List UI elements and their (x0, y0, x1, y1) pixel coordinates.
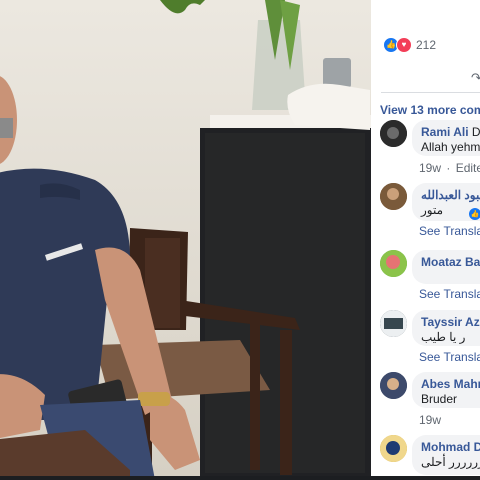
comment-bubble: Tayssir Azza ر يا طيب (412, 310, 480, 346)
avatar-image (380, 435, 407, 462)
avatar[interactable] (380, 310, 407, 337)
comment-meta: 19w · Edited (419, 161, 480, 175)
comment-bubble: Rami Ali Der Allah yehmik (412, 120, 480, 156)
avatar[interactable] (380, 372, 407, 399)
comment-author[interactable]: Abes Mahm (421, 377, 480, 391)
avatar-image (380, 310, 407, 337)
comment-text: Allah yehmik (421, 140, 480, 154)
comment-meta: 19w (419, 413, 441, 427)
reactions-summary[interactable]: 👍 ♥ 212 (383, 37, 436, 53)
comment-author[interactable]: عبود العبدالله (421, 188, 480, 202)
post-photo[interactable] (0, 0, 371, 480)
photo-illustration (0, 0, 371, 480)
comment-text: ر يا طيب (421, 330, 466, 344)
reaction-count: 212 (416, 38, 437, 52)
comment-author[interactable]: Moataz Bara (421, 255, 480, 269)
avatar-image (380, 372, 407, 399)
comment-bubble: Moataz Bara (412, 250, 480, 284)
comment-author[interactable]: Mohmad De (421, 440, 480, 454)
comment-text: Bruder (421, 392, 458, 406)
comment-time[interactable]: 19w (419, 413, 441, 427)
edited-label[interactable]: Edited (456, 161, 480, 175)
avatar[interactable] (380, 435, 407, 462)
share-arrow-icon[interactable]: ↷ (471, 70, 480, 86)
comments-panel: 👍 ♥ 212 ↷ View 13 more comments Rami Ali… (371, 0, 480, 476)
like-reaction-icon: 👍 (469, 208, 480, 220)
comment-time[interactable]: 19w (419, 161, 441, 175)
see-translation-link[interactable]: See Translation (419, 350, 480, 364)
avatar-image (380, 120, 407, 147)
comment-author[interactable]: Tayssir Azza (421, 315, 480, 329)
see-translation-link[interactable]: See Translation (419, 224, 480, 238)
comment-text: ررررررر أحلى (421, 455, 480, 469)
bottom-strip (0, 476, 480, 480)
comment-bubble: Abes Mahm Bruder (412, 372, 480, 408)
comment-bubble: Mohmad De ررررررر أحلى (412, 435, 480, 475)
see-translation-link[interactable]: See Translation (419, 287, 480, 301)
view-more-comments-link[interactable]: View 13 more comments (380, 103, 480, 117)
avatar[interactable] (380, 250, 407, 277)
avatar[interactable] (380, 120, 407, 147)
comment-author[interactable]: Rami Ali Der (421, 125, 480, 139)
avatar-image (380, 183, 407, 210)
avatar[interactable] (380, 183, 407, 210)
avatar-image (380, 250, 407, 277)
love-reaction-icon: ♥ (396, 37, 412, 53)
divider (381, 92, 480, 93)
